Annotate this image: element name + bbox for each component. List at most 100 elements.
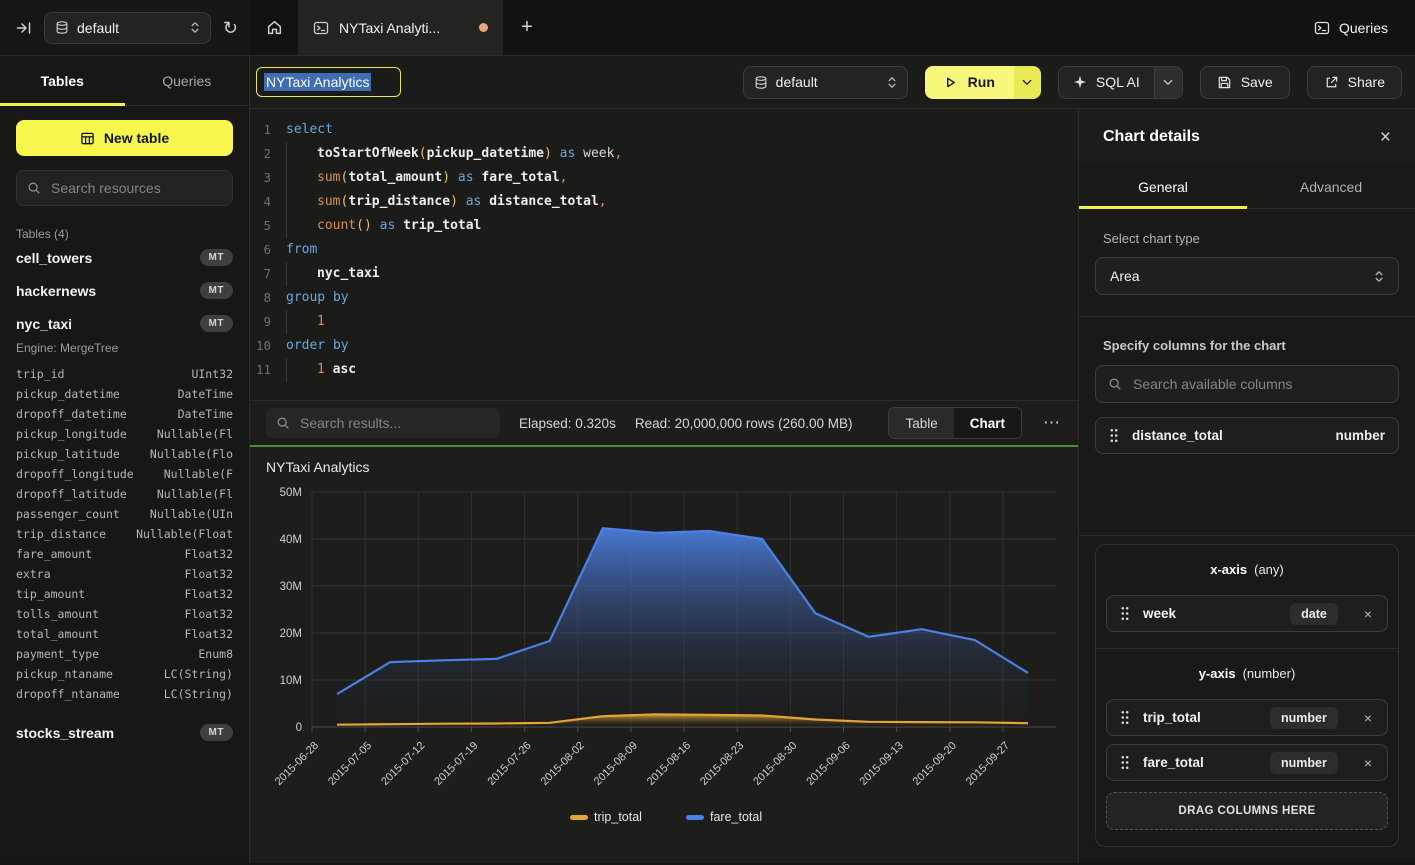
y-axis-column-trip_total[interactable]: trip_totalnumber× <box>1106 699 1388 736</box>
view-toggle-chart[interactable]: Chart <box>954 408 1021 438</box>
home-button[interactable] <box>250 0 298 55</box>
main-area: NYTaxi Analytics default <box>250 56 1415 863</box>
table-column-row: passenger_countNullable(UIn <box>16 504 233 524</box>
legend-label-fare_total[interactable]: fare_total <box>710 810 762 824</box>
code-line: 5count() as trip_total <box>250 214 1078 238</box>
new-tab-button[interactable]: + <box>503 0 551 55</box>
drag-handle-icon[interactable] <box>1120 606 1130 621</box>
column-name: trip_id <box>16 367 64 381</box>
sidebar-tab-tables[interactable]: Tables <box>0 56 125 105</box>
tab-advanced[interactable]: Advanced <box>1247 165 1415 208</box>
sidebar-collapse-icon[interactable] <box>16 20 32 36</box>
database-selector[interactable]: default <box>44 12 211 44</box>
table-name: stocks_stream <box>16 725 114 741</box>
tables-section-label: Tables (4) <box>16 227 233 241</box>
query-title-input[interactable]: NYTaxi Analytics <box>256 67 401 97</box>
column-name: passenger_count <box>16 507 120 521</box>
save-button[interactable]: Save <box>1200 66 1290 99</box>
x-tick-label: 2015-08-09 <box>592 740 640 788</box>
y-axis-column-fare_total[interactable]: fare_totalnumber× <box>1106 744 1388 781</box>
share-label: Share <box>1348 74 1385 90</box>
divider <box>1079 535 1415 536</box>
column-type: DateTime <box>178 387 233 401</box>
indent-guide <box>286 214 317 238</box>
indent-guide <box>286 190 317 214</box>
results-search-input[interactable] <box>298 414 490 432</box>
database-icon <box>55 20 69 35</box>
column-type: Enum8 <box>198 647 233 661</box>
table-column-row: total_amountFloat32 <box>16 624 233 644</box>
column-type: DateTime <box>178 407 233 421</box>
y-tick-label: 0 <box>296 722 302 734</box>
y-tick-label: 20M <box>280 628 302 640</box>
legend-label-trip_total[interactable]: trip_total <box>594 810 642 824</box>
view-toggle-table[interactable]: Table <box>889 408 953 438</box>
main-body: 1select2toStartOfWeek(pickup_datetime) a… <box>250 109 1415 863</box>
axis-configuration-card: x-axis(any) weekdate× y-axis(number) tri… <box>1095 544 1399 847</box>
refresh-icon[interactable]: ↻ <box>223 19 238 37</box>
available-column-distance_total[interactable]: distance_totalnumber <box>1095 417 1399 454</box>
drag-handle-icon[interactable] <box>1120 710 1130 725</box>
column-chip-name: distance_total <box>1132 428 1223 443</box>
home-icon <box>266 19 283 36</box>
chart-type-select[interactable]: Area <box>1095 257 1399 295</box>
sql-editor[interactable]: 1select2toStartOfWeek(pickup_datetime) a… <box>250 109 1078 400</box>
columns-search-input[interactable] <box>1131 375 1386 393</box>
line-number: 10 <box>250 334 286 358</box>
chevron-updown-icon <box>1374 269 1384 284</box>
chevron-updown-icon <box>190 20 200 35</box>
close-icon[interactable]: × <box>1380 128 1391 147</box>
sql-ai-button[interactable]: SQL AI <box>1059 67 1154 98</box>
column-type: Float32 <box>185 547 233 561</box>
run-button[interactable]: Run <box>925 66 1014 99</box>
remove-column-icon[interactable]: × <box>1364 606 1372 622</box>
sidebar-body: New table Tables (4) cell_towersMThacker… <box>0 106 249 863</box>
divider <box>1079 316 1415 317</box>
chart-canvas[interactable]: 010M20M30M40M50M2015-06-282015-07-052015… <box>250 479 1078 865</box>
remove-column-icon[interactable]: × <box>1364 710 1372 726</box>
column-type: Float32 <box>185 587 233 601</box>
column-chip-name: trip_total <box>1143 710 1201 725</box>
remove-column-icon[interactable]: × <box>1364 755 1372 771</box>
x-tick-label: 2015-07-05 <box>326 740 374 788</box>
line-number: 9 <box>250 310 286 334</box>
column-name: pickup_ntaname <box>16 667 113 681</box>
chart-title: NYTaxi Analytics <box>266 459 369 475</box>
more-options-icon[interactable]: ⋯ <box>1041 413 1062 433</box>
sidebar-table-cell_towers[interactable]: cell_towersMT <box>16 241 233 274</box>
sidebar-table-hackernews[interactable]: hackernewsMT <box>16 274 233 307</box>
x-tick-label: 2015-08-30 <box>751 740 799 788</box>
share-icon <box>1324 75 1339 90</box>
table-name: hackernews <box>16 283 96 299</box>
table-column-row: trip_distanceNullable(Float <box>16 524 233 544</box>
sidebar-table-stocks_stream[interactable]: stocks_streamMT <box>16 716 233 749</box>
column-name: tolls_amount <box>16 607 99 621</box>
code-text: sum(total_amount) as fare_total, <box>317 166 567 190</box>
tab-nytaxi-analytics[interactable]: NYTaxi Analyti... <box>298 0 503 55</box>
tab-general[interactable]: General <box>1079 165 1247 208</box>
table-column-row: pickup_longitudeNullable(Fl <box>16 424 233 444</box>
line-number: 6 <box>250 238 286 262</box>
column-name: dropoff_latitude <box>16 487 127 501</box>
query-database-selector[interactable]: default <box>743 66 908 99</box>
results-area-chart: 010M20M30M40M50M2015-06-282015-07-052015… <box>250 479 1078 865</box>
run-options-button[interactable] <box>1014 66 1041 99</box>
sidebar-tab-queries[interactable]: Queries <box>125 56 250 105</box>
column-type-badge: number <box>1270 752 1338 774</box>
sidebar-search-input[interactable] <box>49 179 222 197</box>
code-text: 1 <box>317 310 325 334</box>
share-button[interactable]: Share <box>1307 66 1402 99</box>
queries-button[interactable]: Queries <box>1287 0 1415 55</box>
drag-handle-icon[interactable] <box>1109 428 1119 443</box>
new-table-button[interactable]: New table <box>16 120 233 156</box>
results-search <box>266 408 500 438</box>
drop-zone[interactable]: DRAG COLUMNS HERE <box>1106 792 1388 830</box>
drag-handle-icon[interactable] <box>1120 755 1130 770</box>
x-axis-column-week[interactable]: weekdate× <box>1106 595 1388 632</box>
sidebar-table-nyc_taxi[interactable]: nyc_taxiMT <box>16 307 233 340</box>
top-bar-left: default ↻ <box>0 0 250 55</box>
sql-ai-options-button[interactable] <box>1154 67 1182 98</box>
play-icon <box>944 76 957 89</box>
code-text: order by <box>286 334 349 358</box>
code-line: 10order by <box>250 334 1078 358</box>
